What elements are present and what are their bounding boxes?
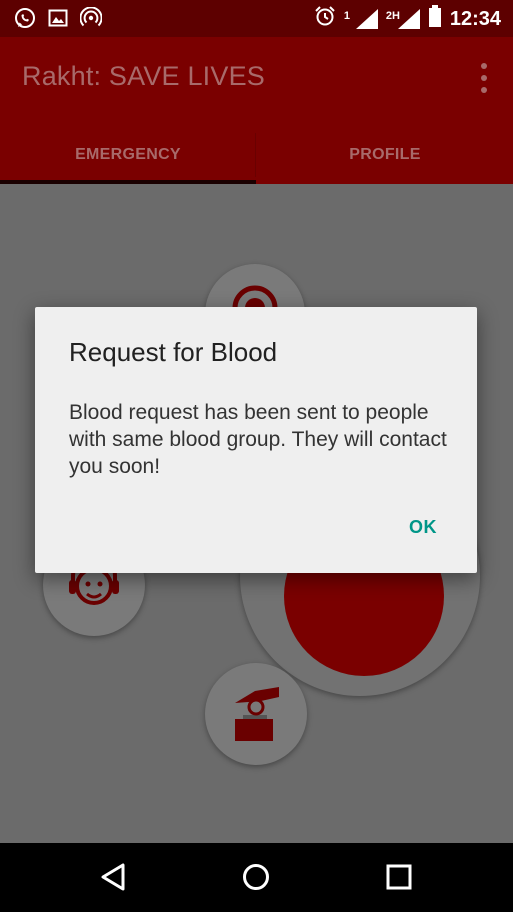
ok-button[interactable]: OK: [401, 513, 445, 542]
donate-icon: [205, 687, 307, 769]
donate-button: [205, 663, 307, 765]
sim1-label: 1: [343, 10, 350, 22]
system-icons: 1 2H 12:34: [314, 5, 501, 33]
signal-icon: 1: [344, 7, 378, 31]
dialog-message: Blood request has been sent to people wi…: [69, 401, 447, 478]
back-icon[interactable]: [98, 861, 130, 893]
blood-request-dialog: Request for Blood Blood request has been…: [35, 307, 477, 573]
battery-icon: [428, 5, 442, 33]
app-bar: Rakht: SAVE LIVES EMERGENCY PROFILE: [0, 37, 513, 184]
hotspot-icon: [79, 6, 103, 34]
home-icon[interactable]: [240, 861, 272, 893]
tab-divider: [255, 133, 256, 177]
alarm-icon: [314, 5, 336, 33]
clock-time: 12:34: [449, 7, 501, 30]
support-agent-icon: [43, 553, 145, 640]
signal-icon: 2H: [386, 7, 420, 31]
recents-icon[interactable]: [383, 861, 415, 893]
tab-emergency[interactable]: EMERGENCY: [0, 125, 256, 184]
navigation-bar: [0, 843, 513, 912]
phone-screen: 1 2H 12:34 Rakht: SAVE LIVES EMERGENCY P…: [0, 0, 513, 912]
dialog-title: Request for Blood: [69, 337, 278, 367]
app-title: Rakht: SAVE LIVES: [22, 61, 266, 91]
more-vert-icon[interactable]: [479, 63, 489, 93]
notification-icons: [14, 6, 103, 34]
whatsapp-icon: [14, 7, 36, 34]
image-icon: [48, 8, 68, 33]
status-bar: 1 2H 12:34: [0, 0, 513, 37]
tab-profile[interactable]: PROFILE: [257, 125, 513, 184]
